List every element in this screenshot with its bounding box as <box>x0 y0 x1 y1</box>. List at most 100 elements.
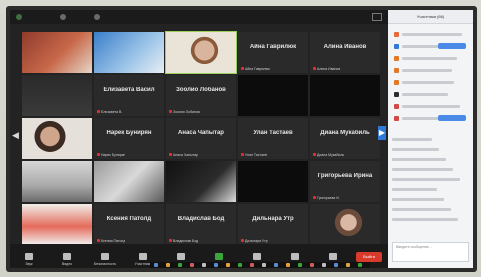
participant-avatar-icon <box>394 68 399 73</box>
participant-label: Владислав Бод <box>169 239 198 243</box>
security-indicator-icon[interactable] <box>16 14 22 20</box>
participant-video-tile[interactable] <box>22 32 92 73</box>
taskbar-app-icon[interactable] <box>262 263 266 267</box>
chat-message-line <box>392 158 446 161</box>
participant-video-tile[interactable] <box>166 161 236 202</box>
participant-tile[interactable]: Зоолио Лобанов Зоолио Лобанов <box>166 75 236 116</box>
participant-label: Алина Иванов <box>313 67 340 71</box>
participant-video-tile[interactable] <box>238 75 308 116</box>
chevron-right-icon[interactable]: ▶ <box>378 126 386 140</box>
taskbar-app-icon[interactable] <box>346 263 350 267</box>
toolbar-button[interactable]: Звук <box>16 253 42 266</box>
toolbar-button[interactable]: Безопасность <box>92 253 118 266</box>
panel-action-button[interactable] <box>438 115 466 121</box>
participant-label: Зоолио Лобанов <box>169 110 200 114</box>
meeting-area: Айна Гаврилюк Айна Гаврилюк Алина Иванов Ал… <box>10 10 388 268</box>
participant-entry[interactable] <box>402 69 452 72</box>
participant-entry[interactable] <box>402 33 462 36</box>
taskbar-app-icon[interactable] <box>238 263 242 267</box>
participant-tile[interactable]: Нарек Бунирян Нарек Бунирян <box>94 118 164 159</box>
chat-input-placeholder: Введите сообщение... <box>396 245 432 249</box>
toolbar-button-label: Безопасность <box>93 262 117 266</box>
participant-avatar-icon <box>394 56 399 61</box>
toolbar-button[interactable]: Видео <box>54 253 80 266</box>
participant-entry[interactable] <box>402 93 448 96</box>
participant-tile[interactable]: Анаса Чапытар Анаса Чапытар <box>166 118 236 159</box>
participant-label: Айна Гаврилюк <box>241 67 270 71</box>
chat-message-line <box>392 198 444 201</box>
participant-tile[interactable]: Диана Мукабиль Диана Мукабиль <box>310 118 380 159</box>
participant-tile[interactable]: Григорьева Ирина Григорьева И. <box>310 161 380 202</box>
apps-icon <box>329 253 337 260</box>
participant-video-tile[interactable] <box>22 75 92 116</box>
participant-name: Диана Мукабиль <box>320 130 370 136</box>
taskbar-app-icon[interactable] <box>358 263 362 267</box>
participant-video-tile[interactable] <box>310 75 380 116</box>
chat-input[interactable]: Введите сообщение... <box>392 242 469 262</box>
leave-meeting-button[interactable]: Выйти <box>356 252 382 262</box>
participant-video-tile[interactable] <box>22 118 92 159</box>
panel-title: Участники (66) <box>388 10 473 24</box>
taskbar-app-icon[interactable] <box>298 263 302 267</box>
taskbar-app-icon[interactable] <box>322 263 326 267</box>
participant-name: Зоолио Лобанов <box>176 87 226 93</box>
participant-tile[interactable]: Владислав Бод Владислав Бод <box>166 204 236 245</box>
participant-tile[interactable]: Елизавета Васил Елизавета В. <box>94 75 164 116</box>
participant-label: Елизавета В. <box>97 110 122 114</box>
taskbar-app-icon[interactable] <box>190 263 194 267</box>
participant-name: Нарек Бунирян <box>106 130 152 136</box>
chat-message-line <box>392 188 437 191</box>
participant-label-text: Айна Гаврилюк <box>245 67 270 71</box>
taskbar-app-icon[interactable] <box>310 263 314 267</box>
participant-label-text: Григорьева И. <box>317 196 340 200</box>
participant-entry[interactable] <box>402 105 460 108</box>
participant-entry[interactable] <box>402 81 454 84</box>
participant-tile[interactable]: Улан Тастаев Улан Тастаев <box>238 118 308 159</box>
participant-video-tile[interactable] <box>94 32 164 73</box>
participant-video-tile[interactable] <box>22 204 92 245</box>
toolbar-button-label: Звук <box>25 262 33 266</box>
taskbar-app-icon[interactable] <box>214 263 218 267</box>
participant-name: Елизавета Васил <box>103 87 155 93</box>
participant-name: Улан Тастаев <box>253 130 293 136</box>
taskbar-app-icon[interactable] <box>334 263 338 267</box>
participant-tile[interactable]: Дильнара Утр Дильнара Утр <box>238 204 308 245</box>
chat-message-line <box>392 168 453 171</box>
taskbar-app-icon[interactable] <box>154 263 158 267</box>
participant-tile[interactable]: Ксения Патолд Ксения Патолд <box>94 204 164 245</box>
chat-icon <box>177 253 185 260</box>
participant-video-tile[interactable] <box>238 161 308 202</box>
participant-entry[interactable] <box>402 57 457 60</box>
participant-name: Владислав Бод <box>177 216 225 222</box>
participant-avatar-icon <box>394 32 399 37</box>
participant-grid: Айна Гаврилюк Айна Гаврилюк Алина Иванов Ал… <box>22 31 382 245</box>
reactions-icon <box>291 253 299 260</box>
taskbar-app-icon[interactable] <box>286 263 290 267</box>
taskbar-app-icon[interactable] <box>202 263 206 267</box>
participant-avatar-icon <box>394 104 399 109</box>
participant-name: Ксения Патолд <box>106 216 152 222</box>
participant-video-tile[interactable] <box>165 31 237 74</box>
muted-microphone-icon <box>241 153 244 156</box>
participant-label-text: Ксения Патолд <box>101 239 126 243</box>
share-screen-icon <box>215 253 223 260</box>
taskbar-app-icon[interactable] <box>274 263 278 267</box>
chevron-left-icon[interactable]: ◀ <box>12 130 19 141</box>
taskbar-app-icon[interactable] <box>178 263 182 267</box>
participant-video-tile[interactable] <box>310 204 380 245</box>
taskbar-app-icon[interactable] <box>250 263 254 267</box>
participant-tile[interactable]: Айна Гаврилюк Айна Гаврилюк <box>238 32 308 73</box>
participant-label: Нарек Бунирян <box>97 153 125 157</box>
taskbar-app-icon[interactable] <box>166 263 170 267</box>
participant-tile[interactable]: Алина Иванов Алина Иванов <box>310 32 380 73</box>
view-mode-button[interactable] <box>372 13 382 21</box>
photo-background: Айна Гаврилюк Айна Гаврилюк Алина Иванов Ал… <box>0 0 481 277</box>
info-icon[interactable] <box>60 14 66 20</box>
taskbar-app-icon[interactable] <box>226 263 230 267</box>
muted-microphone-icon <box>313 196 316 199</box>
panel-action-button[interactable] <box>438 43 466 49</box>
participant-video-tile[interactable] <box>22 161 92 202</box>
muted-microphone-icon <box>97 239 100 242</box>
participant-video-tile[interactable] <box>94 161 164 202</box>
camera-icon <box>63 253 71 260</box>
